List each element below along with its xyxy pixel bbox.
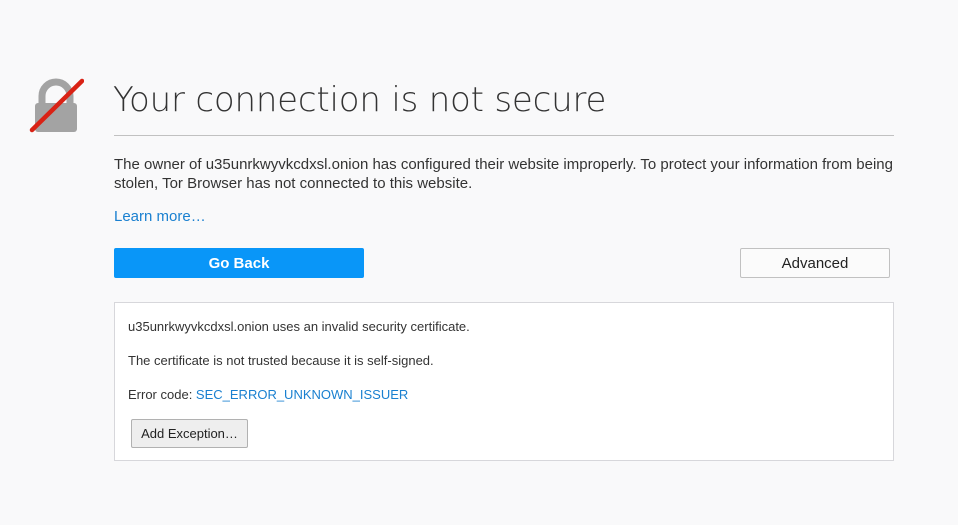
advanced-button[interactable]: Advanced (740, 248, 890, 278)
page-title: Your connection is not secure (113, 80, 607, 120)
broken-lock-icon (29, 78, 84, 133)
add-exception-button[interactable]: Add Exception… (131, 419, 248, 448)
error-code-link[interactable]: SEC_ERROR_UNKNOWN_ISSUER (196, 387, 408, 402)
go-back-button[interactable]: Go Back (114, 248, 364, 278)
error-code-label: Error code: (128, 387, 196, 402)
learn-more-link[interactable]: Learn more… (114, 208, 206, 225)
invalid-certificate-text: u35unrkwyvkcdxsl.onion uses an invalid s… (128, 319, 470, 334)
error-description: The owner of u35unrkwyvkcdxsl.onion has … (114, 156, 893, 192)
error-code-row: Error code: SEC_ERROR_UNKNOWN_ISSUER (128, 387, 408, 402)
advanced-details-panel: u35unrkwyvkcdxsl.onion uses an invalid s… (114, 302, 894, 461)
self-signed-text: The certificate is not trusted because i… (128, 353, 434, 368)
title-divider (114, 135, 894, 136)
